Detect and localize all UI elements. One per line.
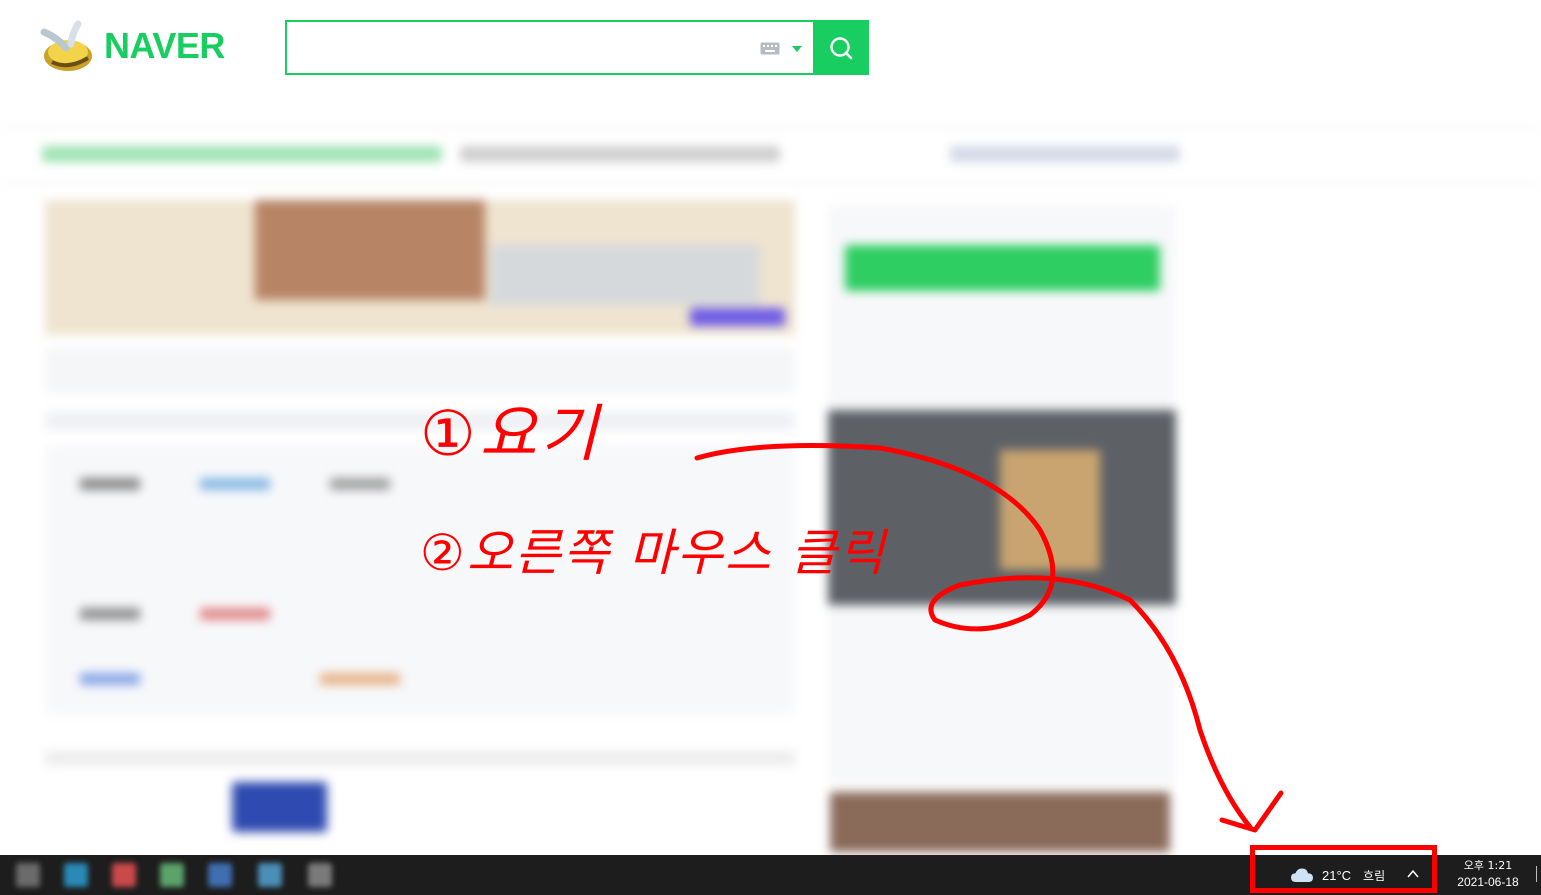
show-desktop-button[interactable] <box>1536 866 1541 882</box>
annotation-highlight-box <box>1250 845 1437 893</box>
blurred-page-content <box>0 100 1541 855</box>
naver-logo[interactable]: NAVER <box>38 18 225 74</box>
taskbar-app-icon[interactable] <box>258 863 282 887</box>
search-button[interactable] <box>813 20 869 75</box>
taskbar-app-icon[interactable] <box>16 863 40 887</box>
taskbar-pinned-apps <box>0 855 356 895</box>
taskbar-app-icon[interactable] <box>112 863 136 887</box>
clock-time: 오후 1:21 <box>1463 859 1513 872</box>
taskbar-clock[interactable]: 오후 1:21 2021-06-18 <box>1450 857 1526 891</box>
keyboard-icon[interactable] <box>760 42 780 55</box>
search-icon <box>830 36 853 59</box>
search-input[interactable] <box>297 30 751 68</box>
taskbar-app-icon[interactable] <box>64 863 88 887</box>
clock-date: 2021-06-18 <box>1457 875 1519 889</box>
keyboard-dropdown-caret-icon[interactable] <box>792 46 802 52</box>
taskbar-app-icon[interactable] <box>160 863 184 887</box>
taskbar-app-icon[interactable] <box>208 863 232 887</box>
search-box <box>285 20 869 75</box>
logo-text: NAVER <box>104 25 225 66</box>
taskbar-app-icon[interactable] <box>308 863 332 887</box>
logo-bird-icon <box>40 20 92 71</box>
